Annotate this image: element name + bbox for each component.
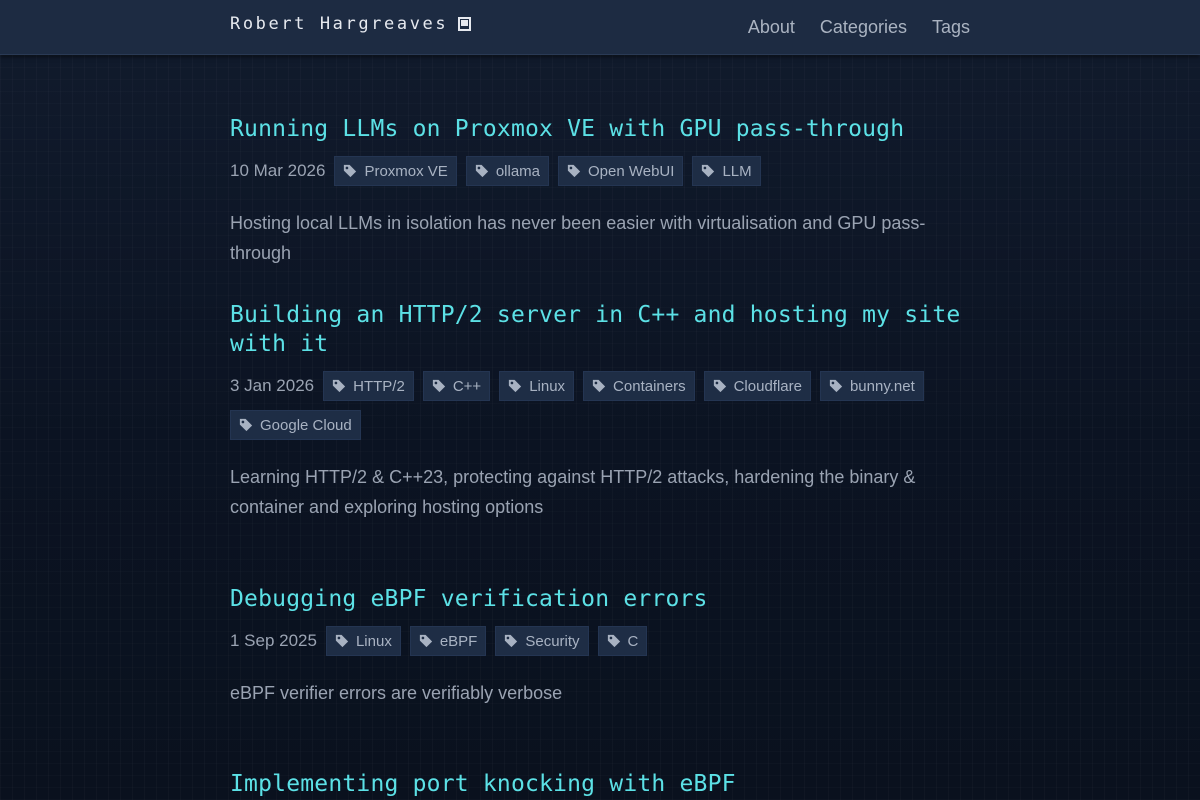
post-item: Running LLMs on Proxmox VE with GPU pass… (230, 115, 970, 286)
header-inner: Robert Hargreaves About Categories Tags (230, 0, 970, 54)
tag-link[interactable]: HTTP/2 (323, 371, 414, 401)
tag-icon (419, 634, 432, 648)
tag-label: Linux (355, 632, 392, 650)
post-title-link[interactable]: Building an HTTP/2 server in C++ and hos… (230, 302, 960, 357)
tag-link[interactable]: Containers (583, 371, 695, 401)
tag-label: ollama (495, 162, 540, 180)
tag-label: C (627, 632, 639, 650)
tag-icon (335, 634, 349, 648)
tag-link[interactable]: LLM (692, 156, 761, 186)
nav-tags[interactable]: Tags (932, 17, 970, 38)
post-item: Implementing port knocking with eBPF (230, 770, 970, 799)
tag-icon (333, 379, 346, 393)
site-title: Robert Hargreaves (230, 14, 449, 34)
post-item: Building an HTTP/2 server in C++ and hos… (230, 301, 970, 540)
post-meta: 3 Jan 2026 HTTP/2 C++ Linux Containers C… (230, 371, 970, 440)
tag-icon (509, 379, 522, 393)
tag-link[interactable]: Google Cloud (230, 410, 361, 440)
nav-about[interactable]: About (748, 17, 795, 38)
tag-label: eBPF (439, 632, 478, 650)
tag-link[interactable]: Proxmox VE (334, 156, 457, 186)
site-title-link[interactable]: Robert Hargreaves (230, 14, 472, 34)
site-header: Robert Hargreaves About Categories Tags (0, 0, 1200, 55)
tag-icon (567, 164, 581, 178)
tag-label: bunny.net (849, 377, 915, 395)
tag-link[interactable]: Cloudflare (703, 371, 811, 401)
tag-label: C++ (452, 377, 482, 395)
tag-link[interactable]: Open WebUI (558, 156, 684, 186)
tag-link[interactable]: ollama (465, 156, 549, 186)
tag-icon (344, 164, 357, 178)
tag-link[interactable]: Linux (325, 626, 401, 656)
post-item: Debugging eBPF verification errors 1 Sep… (230, 585, 970, 726)
tag-label: LLM (722, 162, 752, 180)
tag-link[interactable]: C (597, 626, 648, 656)
post-date: 10 Mar 2026 (230, 161, 326, 180)
tag-label: Google Cloud (260, 416, 352, 434)
tag-link[interactable]: Linux (499, 371, 575, 401)
post-meta: 1 Sep 2025 Linux eBPF Security C (230, 626, 970, 656)
nav-categories[interactable]: Categories (820, 17, 907, 38)
tag-label: Security (525, 632, 580, 650)
tag-link[interactable]: Security (495, 626, 589, 656)
tag-icon (432, 379, 445, 393)
tag-icon (475, 164, 488, 178)
book-icon (458, 17, 472, 31)
post-title-link[interactable]: Debugging eBPF verification errors (230, 586, 708, 612)
tag-link[interactable]: eBPF (409, 626, 487, 656)
post-summary: eBPF verifier errors are verifiably verb… (230, 683, 563, 703)
post-title-link[interactable]: Running LLMs on Proxmox VE with GPU pass… (230, 116, 904, 142)
tag-label: Open WebUI (588, 162, 675, 180)
post-title-link[interactable]: Implementing port knocking with eBPF (230, 771, 736, 797)
tag-label: Linux (529, 377, 566, 395)
tag-icon (239, 418, 253, 432)
tag-icon (713, 379, 726, 393)
post-summary: Learning HTTP/2 & C++23, protecting agai… (230, 467, 916, 517)
tag-icon (505, 634, 518, 648)
tag-label: Proxmox VE (364, 162, 448, 180)
tag-link[interactable]: C++ (422, 371, 491, 401)
tag-label: Cloudflare (733, 377, 802, 395)
tag-icon (592, 379, 606, 393)
tag-icon (829, 379, 843, 393)
tag-icon (702, 164, 715, 178)
tag-link[interactable]: bunny.net (819, 371, 924, 401)
tag-label: HTTP/2 (353, 377, 405, 395)
tag-label: Containers (613, 377, 686, 395)
post-summary: Hosting local LLMs in isolation has neve… (230, 213, 926, 263)
post-date: 3 Jan 2026 (230, 376, 315, 395)
post-meta: 10 Mar 2026 Proxmox VE ollama Open WebUI… (230, 156, 970, 186)
tag-icon (607, 634, 620, 648)
main-nav: About Categories Tags (748, 17, 970, 38)
post-date: 1 Sep 2025 (230, 631, 317, 650)
